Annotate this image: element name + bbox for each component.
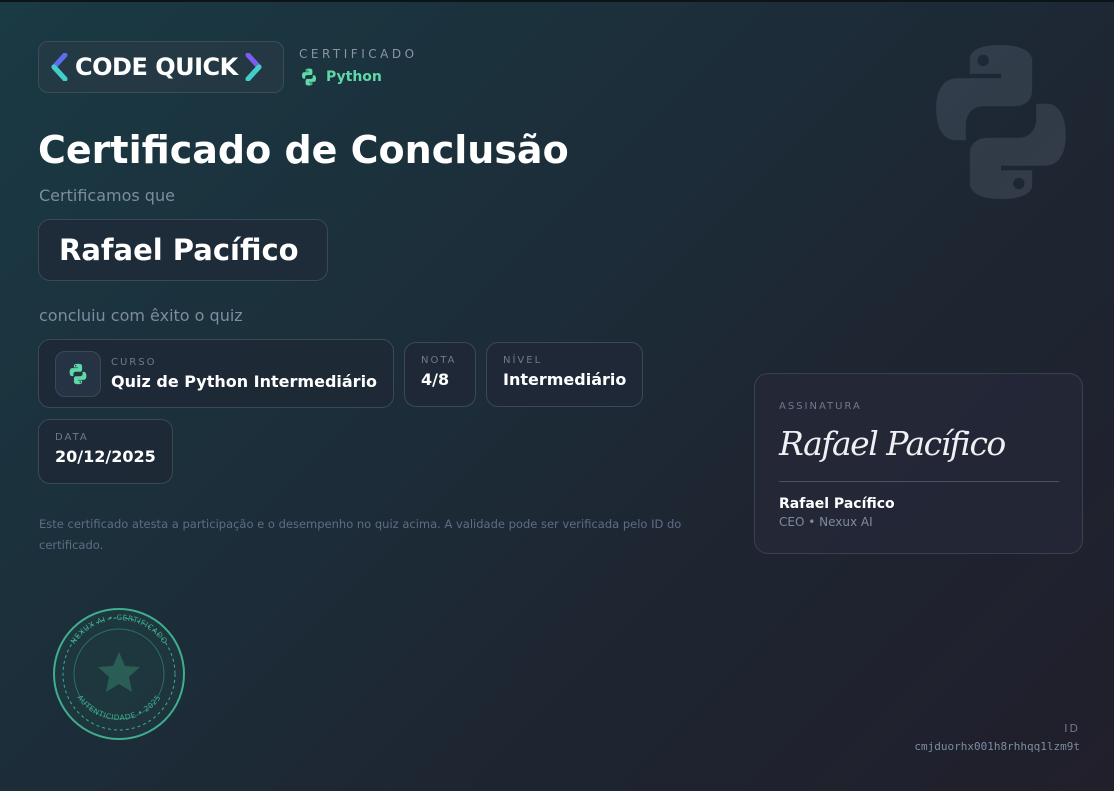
score-label: NOTA — [421, 355, 457, 366]
brand-logo: CODE QUICK — [38, 41, 284, 93]
course-icon-box — [55, 350, 101, 397]
signature-divider — [779, 481, 1059, 482]
intro-text: Certificamos que — [39, 186, 175, 205]
score-card: NOTA 4/8 — [404, 342, 476, 407]
signer-role: CEO • Nexux AI — [779, 515, 873, 529]
handwritten-signature: Rafael Pacífico — [779, 424, 1006, 463]
level-card: NÍVEL Intermediário — [486, 342, 643, 407]
certificate-id-value: cmjduorhx001h8rhhqq1lzm9t — [914, 740, 1080, 753]
python-watermark-icon — [936, 45, 1066, 199]
authenticity-seal: NEXUX AI • CERTIFICADO AUTENTICIDADE • 2… — [53, 608, 185, 740]
left-chevron-icon — [51, 53, 68, 81]
date-value: 20/12/2025 — [55, 447, 156, 466]
score-value: 4/8 — [421, 370, 450, 389]
page-title: Certificado de Conclusão — [38, 128, 569, 172]
signature-label: ASSINATURA — [779, 401, 862, 412]
level-value: Intermediário — [503, 370, 627, 389]
course-value: Quiz de Python Intermediário — [111, 371, 378, 391]
course-card: CURSO Quiz de Python Intermediário — [38, 339, 394, 408]
course-label: CURSO — [111, 356, 157, 368]
language-tag: Python — [299, 67, 418, 87]
recipient-name: Rafael Pacífico — [38, 219, 328, 281]
language-name: Python — [326, 69, 382, 85]
python-icon — [302, 68, 316, 86]
signer-name: Rafael Pacífico — [779, 496, 895, 512]
certificate-id-label: ID — [1064, 722, 1080, 735]
completion-text: concluiu com êxito o quiz — [39, 306, 243, 325]
date-card: DATA 20/12/2025 — [38, 419, 173, 484]
level-label: NÍVEL — [503, 355, 543, 366]
right-chevron-icon — [245, 53, 262, 81]
date-label: DATA — [55, 432, 89, 443]
python-icon — [69, 363, 87, 384]
disclaimer-text: Este certificado atesta a participação e… — [39, 517, 682, 552]
brand-logo-text: CODE QUICK — [75, 53, 238, 81]
top-border — [0, 0, 1114, 2]
certificate-meta: CERTIFICADO Python — [299, 47, 418, 87]
signature-card: ASSINATURA Rafael Pacífico Rafael Pacífi… — [754, 373, 1083, 554]
certificate-label: CERTIFICADO — [299, 47, 418, 61]
